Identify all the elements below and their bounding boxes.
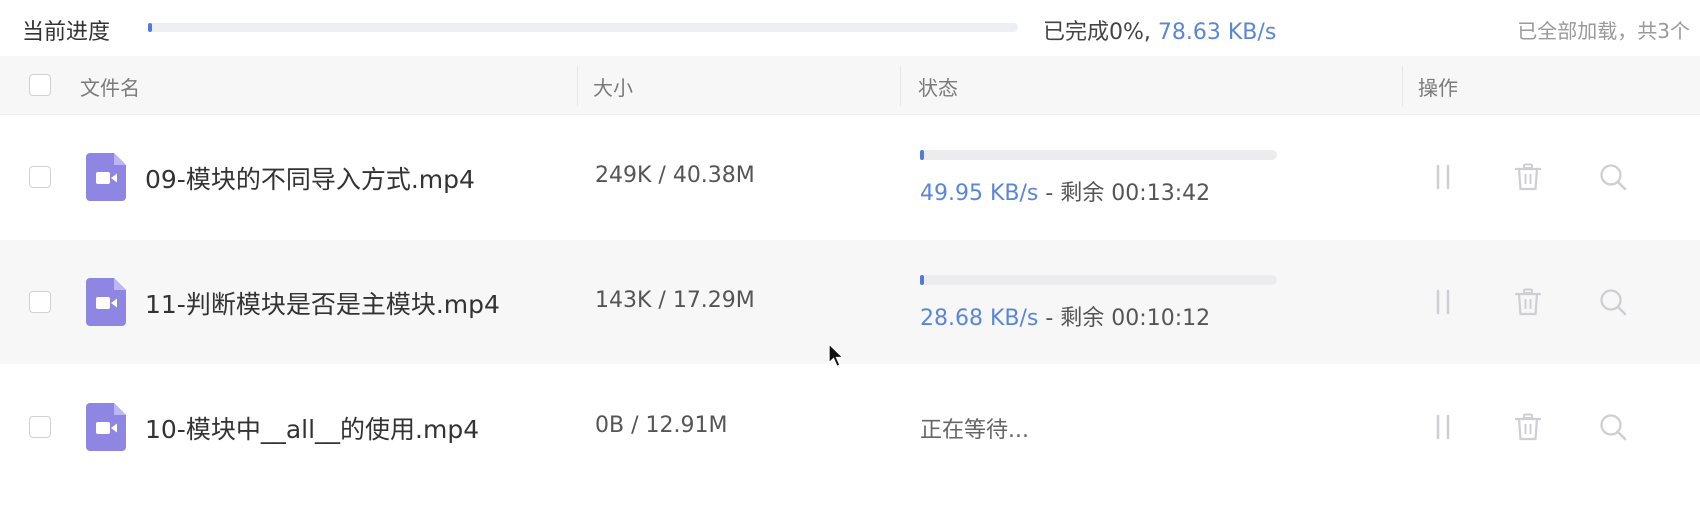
file-progress-fill	[920, 275, 924, 285]
row-checkbox[interactable]	[29, 166, 51, 188]
video-file-icon	[86, 278, 126, 330]
table-row: 11-判断模块是否是主模块.mp4 143K / 17.29M 28.68 KB…	[0, 240, 1700, 364]
file-progress-track	[920, 275, 1277, 285]
mouse-cursor-icon	[828, 342, 846, 373]
search-icon	[1600, 289, 1627, 316]
file-name: 11-判断模块是否是主模块.mp4	[145, 290, 500, 319]
pause-icon	[1436, 414, 1450, 440]
video-file-icon	[86, 153, 126, 205]
pause-icon	[1436, 164, 1450, 190]
column-header-name: 文件名	[80, 76, 140, 100]
table-row: 09-模块的不同导入方式.mp4 249K / 40.38M 49.95 KB/…	[0, 115, 1700, 239]
file-speed: 49.95 KB/s	[920, 181, 1039, 206]
progress-summary: 已完成0%, 78.63 KB/s	[1043, 14, 1276, 46]
column-header-status: 状态	[918, 76, 958, 100]
pause-icon	[1436, 289, 1450, 315]
file-progress-fill	[920, 150, 924, 160]
search-icon	[1600, 164, 1627, 191]
delete-button[interactable]	[1510, 284, 1546, 320]
row-checkbox[interactable]	[29, 291, 51, 313]
column-header-size: 大小	[593, 76, 633, 100]
delete-button[interactable]	[1510, 159, 1546, 195]
file-size: 143K / 17.29M	[595, 288, 755, 313]
table-row: 10-模块中__all__的使用.mp4 0B / 12.91M 正在等待...	[0, 365, 1700, 489]
file-status: 49.95 KB/s - 剩余 00:13:42	[920, 175, 1210, 207]
file-remaining: - 剩余 00:13:42	[1045, 181, 1211, 206]
file-remaining: - 剩余 00:10:12	[1045, 306, 1211, 331]
overall-progress-bar: 当前进度 已完成0%, 78.63 KB/s 已全部加载，共3个	[0, 0, 1700, 56]
progress-label: 当前进度	[22, 20, 111, 45]
file-status-waiting: 正在等待...	[920, 418, 1029, 443]
file-speed: 28.68 KB/s	[920, 306, 1039, 331]
search-button[interactable]	[1595, 284, 1631, 320]
column-divider	[1402, 66, 1403, 106]
overall-progress-fill	[148, 23, 152, 32]
loaded-count-text: 已全部加载，共3个	[1517, 19, 1690, 43]
table-header: 文件名 大小 状态 操作	[0, 56, 1700, 115]
progress-done-text: 已完成0%,	[1043, 20, 1151, 45]
pause-button[interactable]	[1425, 159, 1461, 195]
file-status: 28.68 KB/s - 剩余 00:10:12	[920, 300, 1210, 332]
video-file-icon	[86, 403, 126, 455]
pause-button[interactable]	[1425, 409, 1461, 445]
column-divider	[900, 66, 901, 106]
search-button[interactable]	[1595, 159, 1631, 195]
trash-icon	[1514, 413, 1542, 441]
row-checkbox[interactable]	[29, 416, 51, 438]
file-progress-track	[920, 150, 1277, 160]
file-size: 249K / 40.38M	[595, 163, 755, 188]
pause-button[interactable]	[1425, 284, 1461, 320]
search-button[interactable]	[1595, 409, 1631, 445]
progress-speed: 78.63 KB/s	[1157, 20, 1277, 45]
delete-button[interactable]	[1510, 409, 1546, 445]
overall-progress-track	[148, 23, 1018, 32]
column-divider	[577, 66, 578, 106]
file-size: 0B / 12.91M	[595, 413, 728, 438]
select-all-checkbox[interactable]	[29, 74, 51, 96]
column-header-action: 操作	[1418, 76, 1458, 100]
trash-icon	[1514, 288, 1542, 316]
file-name: 09-模块的不同导入方式.mp4	[145, 165, 475, 194]
search-icon	[1600, 414, 1627, 441]
file-name: 10-模块中__all__的使用.mp4	[145, 415, 480, 444]
trash-icon	[1514, 163, 1542, 191]
